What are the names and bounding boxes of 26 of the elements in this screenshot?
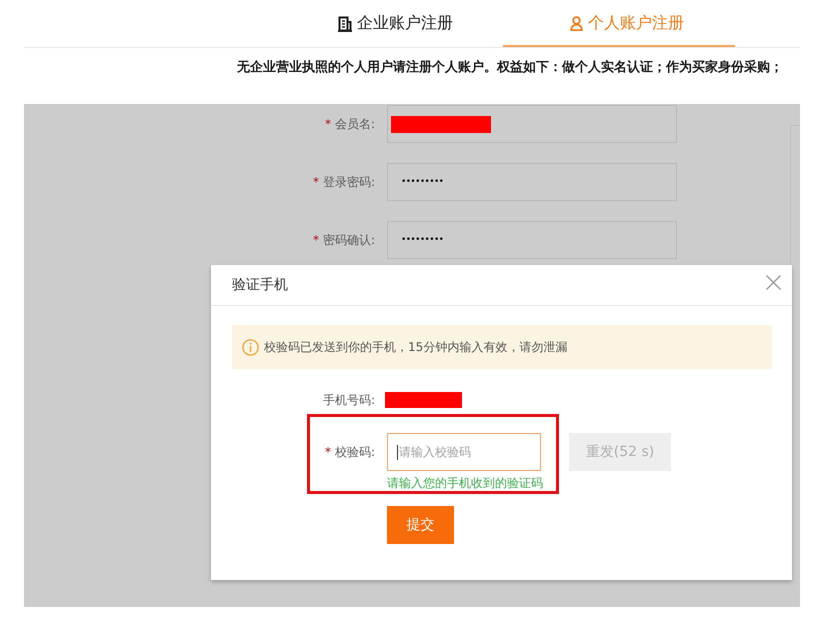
person-icon: [570, 16, 583, 31]
dialog-title: 验证手机: [232, 276, 288, 294]
text-field[interactable]: [387, 105, 677, 143]
field-label: 登录密码:: [322, 174, 375, 188]
required-mark: *: [312, 174, 319, 188]
close-button[interactable]: [764, 272, 783, 292]
tab[interactable]: 个人账户注册: [503, 0, 735, 47]
password-field[interactable]: •••••••••: [387, 163, 677, 201]
field-label: 密码确认:: [322, 232, 375, 246]
hint-text: 请输入您的手机收到的验证码: [386, 475, 543, 491]
close-icon: [766, 274, 781, 290]
required-mark: *: [312, 232, 319, 246]
alert-text: 校验码已发送到你的手机，15分钟内输入有效，请勿泄漏: [264, 338, 568, 356]
notice-text: 无企业营业执照的个人用户请注册个人账户。权益如下：做个人实名认证；作为买家身份采购；: [236, 60, 784, 76]
text-caret: [397, 444, 398, 460]
building-icon: [338, 16, 352, 32]
code-input-field[interactable]: 请输入校验码: [387, 433, 541, 471]
field-label: 手机号码:: [322, 392, 375, 406]
field-label: 会员名:: [334, 116, 375, 130]
required-mark: *: [324, 444, 331, 458]
submit-button[interactable]: 提交: [387, 506, 454, 544]
field-label: 校验码:: [334, 444, 375, 458]
required-mark: *: [324, 116, 331, 130]
tab[interactable]: 企业账户注册: [285, 0, 503, 47]
info-icon: [242, 338, 259, 356]
password-field[interactable]: •••••••••: [387, 221, 677, 259]
